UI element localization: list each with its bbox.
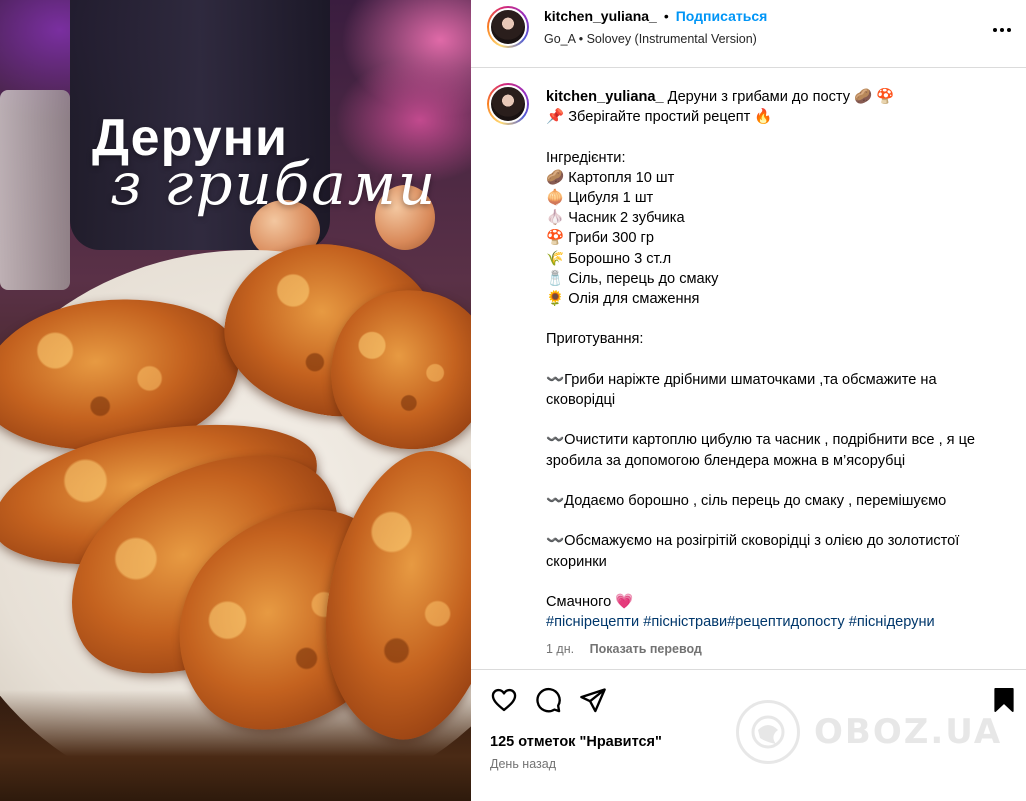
- post-media[interactable]: Деруни з грибами: [0, 0, 471, 801]
- caption-meta: 1 дн. Показать перевод: [546, 642, 702, 656]
- caption-username[interactable]: kitchen_yuliana_: [546, 89, 664, 105]
- watermark-text: OBOZ.UA: [814, 712, 1003, 752]
- caption-body: Деруни з грибами до посту 🥔 🍄 📌 Зберігай…: [546, 89, 975, 611]
- caption-age[interactable]: 1 дн.: [546, 642, 574, 656]
- follow-button[interactable]: Подписаться: [676, 8, 768, 24]
- avatar[interactable]: [487, 6, 529, 48]
- post-time[interactable]: День назад: [490, 757, 556, 771]
- caption-text: kitchen_yuliana_ Деруни з грибами до пос…: [546, 87, 1006, 632]
- background-jar: [0, 90, 70, 290]
- post-panel: kitchen_yuliana_ • Подписаться Go_A • So…: [471, 0, 1026, 801]
- watermark: OBOZ.UA: [736, 700, 1002, 764]
- audio-track-link[interactable]: Go_A • Solovey (Instrumental Version): [544, 32, 757, 46]
- more-options-icon[interactable]: [990, 18, 1014, 42]
- caption-area: kitchen_yuliana_ Деруни з грибами до пос…: [471, 69, 1026, 669]
- media-overlay-subtitle: з грибами: [110, 150, 438, 218]
- comment-icon[interactable]: [534, 686, 562, 714]
- header-username[interactable]: kitchen_yuliana_: [544, 8, 657, 24]
- hashtags[interactable]: #піснірецепти #пісністрави#рецептидопост…: [546, 614, 935, 630]
- actions-bar: OBOZ.UA 125 отметок "Нравится" День наза…: [471, 669, 1026, 801]
- translate-button[interactable]: Показать перевод: [590, 642, 702, 656]
- likes-count[interactable]: 125 отметок "Нравится": [490, 734, 662, 750]
- watermark-logo-icon: [736, 700, 800, 764]
- separator-dot: •: [663, 8, 669, 24]
- share-icon[interactable]: [579, 686, 607, 714]
- bookmark-icon[interactable]: [990, 686, 1018, 714]
- heart-icon[interactable]: [490, 686, 518, 714]
- post-header: kitchen_yuliana_ • Подписаться Go_A • So…: [471, 0, 1026, 68]
- caption-avatar[interactable]: [487, 83, 529, 125]
